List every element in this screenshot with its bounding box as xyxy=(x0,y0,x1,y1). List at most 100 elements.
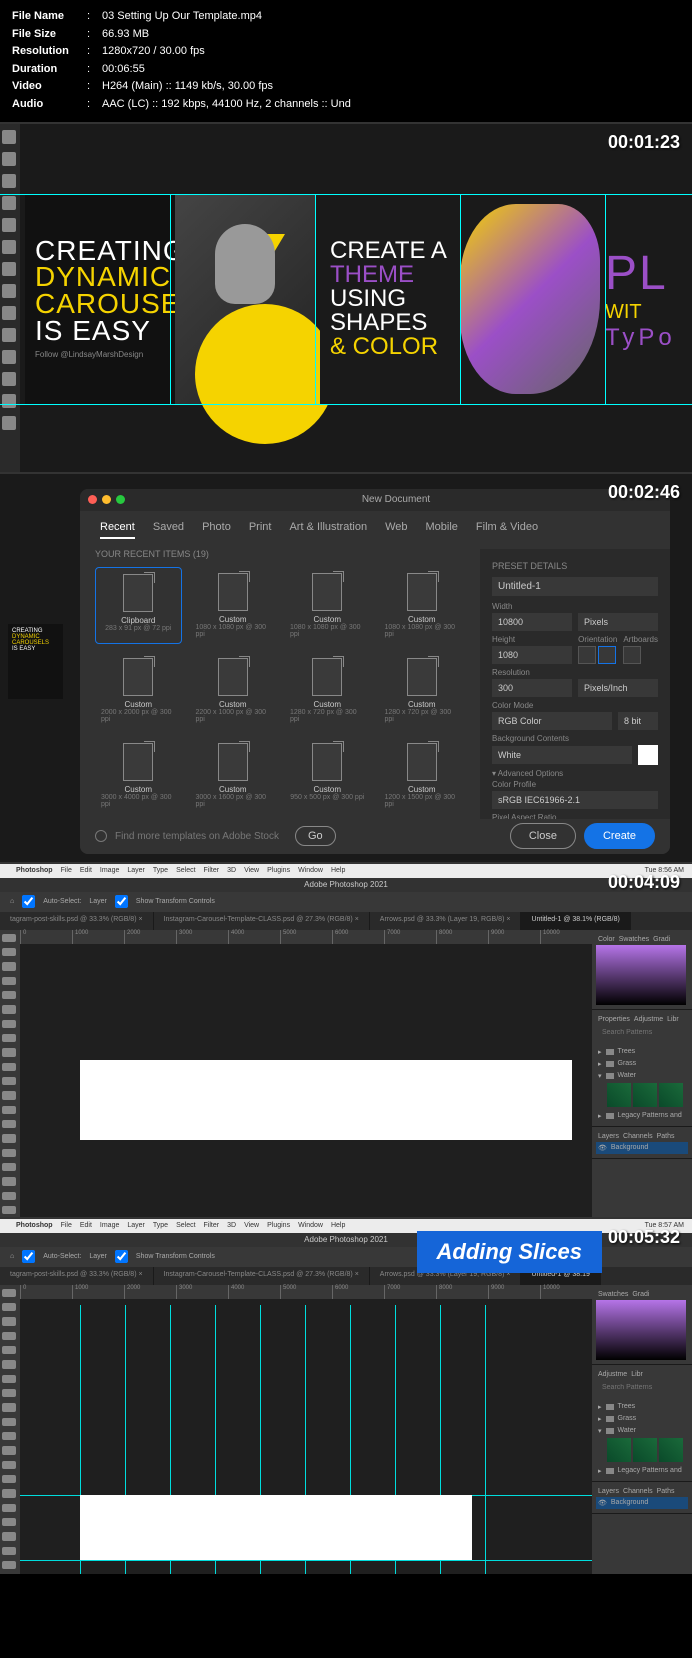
pattern-folder-trees[interactable]: ▸Trees xyxy=(596,1046,688,1058)
portrait-orientation-button[interactable] xyxy=(578,646,596,664)
preset-item[interactable]: Custom1080 x 1080 px @ 300 ppi xyxy=(284,567,371,644)
minimize-window-icon[interactable] xyxy=(102,495,111,504)
doc-tab[interactable]: Instagram-Carousel-Template-CLASS.psd @ … xyxy=(154,912,370,930)
document-canvas[interactable]: 0100020003000400050006000700080009000100… xyxy=(20,930,592,1219)
lasso-tool-icon[interactable] xyxy=(2,174,16,188)
tab-properties[interactable]: Properties xyxy=(598,1016,630,1023)
menu-file[interactable]: File xyxy=(61,867,72,874)
pattern-folder-legacy[interactable]: ▸Legacy Patterns and xyxy=(596,1465,688,1477)
shape-tool-icon[interactable] xyxy=(2,1177,16,1185)
pattern-folder-grass[interactable]: ▸Grass xyxy=(596,1058,688,1070)
preset-item[interactable]: Custom3000 x 4000 px @ 300 ppi xyxy=(95,737,182,814)
eyedropper-tool-icon[interactable] xyxy=(2,218,16,232)
shape-tool-icon[interactable] xyxy=(2,1532,16,1540)
preset-item[interactable]: Custom1280 x 720 px @ 300 ppi xyxy=(379,652,466,729)
autoselect-layer-select[interactable]: Layer xyxy=(89,1253,107,1260)
eraser-tool-icon[interactable] xyxy=(2,284,16,298)
doc-tab[interactable]: tagram-post-skills.psd @ 33.3% (RGB/8) × xyxy=(0,912,154,930)
preset-item[interactable]: Custom1200 x 1500 px @ 300 ppi xyxy=(379,737,466,814)
menu-select[interactable]: Select xyxy=(176,1222,195,1229)
guide-horizontal[interactable] xyxy=(0,194,692,195)
menu-filter[interactable]: Filter xyxy=(204,1222,220,1229)
guide-vertical[interactable] xyxy=(605,194,606,404)
go-button[interactable]: Go xyxy=(295,826,336,846)
eyedropper-tool-icon[interactable] xyxy=(2,1375,16,1383)
crop-tool-icon[interactable] xyxy=(2,991,16,999)
pen-tool-icon[interactable] xyxy=(2,350,16,364)
advanced-toggle[interactable]: ▾ Advanced Options xyxy=(492,769,658,778)
tab-layers[interactable]: Layers xyxy=(598,1488,619,1495)
pattern-folder-grass[interactable]: ▸Grass xyxy=(596,1413,688,1425)
lasso-tool-icon[interactable] xyxy=(2,1317,16,1325)
pattern-folder-trees[interactable]: ▸Trees xyxy=(596,1401,688,1413)
zoom-tool-icon[interactable] xyxy=(2,1206,16,1214)
height-input[interactable]: 1080 xyxy=(492,646,572,664)
blur-tool-icon[interactable] xyxy=(2,1461,16,1469)
width-unit-select[interactable]: Pixels xyxy=(578,613,658,631)
guide-horizontal[interactable] xyxy=(0,404,692,405)
tab-mobile[interactable]: Mobile xyxy=(426,521,458,539)
tab-photo[interactable]: Photo xyxy=(202,521,231,539)
horizontal-ruler[interactable]: 0100020003000400050006000700080009000100… xyxy=(20,930,592,944)
marquee-tool-icon[interactable] xyxy=(2,1303,16,1311)
guide-horizontal[interactable] xyxy=(20,1560,592,1561)
doc-tab[interactable]: tagram-post-skills.psd @ 33.3% (RGB/8) × xyxy=(0,1267,154,1285)
gradient-tool-icon[interactable] xyxy=(2,1446,16,1454)
tab-paths[interactable]: Paths xyxy=(657,1133,675,1140)
path-tool-icon[interactable] xyxy=(2,1163,16,1171)
colorprofile-select[interactable]: sRGB IEC61966-2.1 xyxy=(492,791,658,809)
bg-color-swatch[interactable] xyxy=(638,745,658,765)
menu-view[interactable]: View xyxy=(244,867,259,874)
gradient-tool-icon[interactable] xyxy=(2,1091,16,1099)
transform-checkbox[interactable] xyxy=(115,895,128,908)
menu-image[interactable]: Image xyxy=(100,1222,119,1229)
hand-tool-icon[interactable] xyxy=(2,1547,16,1555)
pen-tool-icon[interactable] xyxy=(2,1134,16,1142)
stock-search[interactable]: Find more templates on Adobe Stock Go xyxy=(95,826,502,846)
tab-gradients[interactable]: Gradi xyxy=(653,936,670,943)
doc-tab-active[interactable]: Untitled-1 @ 38.1% (RGB/8) xyxy=(521,912,630,930)
artboard[interactable] xyxy=(80,1060,572,1140)
eraser-tool-icon[interactable] xyxy=(2,1432,16,1440)
guide-vertical[interactable] xyxy=(315,194,316,404)
zoom-tool-icon[interactable] xyxy=(2,1561,16,1569)
pattern-thumbnail[interactable] xyxy=(659,1083,683,1107)
design-canvas[interactable]: CREATING DYNAMIC CAROUSELS IS EASY Follo… xyxy=(25,194,687,404)
menu-type[interactable]: Type xyxy=(153,1222,168,1229)
width-input[interactable]: 10800 xyxy=(492,613,572,631)
marquee-tool-icon[interactable] xyxy=(2,152,16,166)
maximize-window-icon[interactable] xyxy=(116,495,125,504)
preset-item[interactable]: Custom3000 x 1600 px @ 300 ppi xyxy=(190,737,277,814)
blur-tool-icon[interactable] xyxy=(2,1106,16,1114)
stamp-tool-icon[interactable] xyxy=(2,1063,16,1071)
pattern-thumbnail[interactable] xyxy=(607,1083,631,1107)
guide-vertical[interactable] xyxy=(170,194,171,404)
document-canvas[interactable]: 0100020003000400050006000700080009000100… xyxy=(20,1285,592,1574)
menu-3d[interactable]: 3D xyxy=(227,867,236,874)
autoselect-layer-select[interactable]: Layer xyxy=(89,898,107,905)
guide-vertical[interactable] xyxy=(460,194,461,404)
menu-type[interactable]: Type xyxy=(153,867,168,874)
doc-tab[interactable]: Instagram-Carousel-Template-CLASS.psd @ … xyxy=(154,1267,370,1285)
bgcontents-select[interactable]: White xyxy=(492,746,632,764)
tab-film[interactable]: Film & Video xyxy=(476,521,538,539)
transform-checkbox[interactable] xyxy=(115,1250,128,1263)
lasso-tool-icon[interactable] xyxy=(2,962,16,970)
crop-tool-icon[interactable] xyxy=(2,196,16,210)
move-tool-icon[interactable] xyxy=(2,1289,16,1297)
move-tool-icon[interactable] xyxy=(2,934,16,942)
tab-color[interactable]: Color xyxy=(598,936,615,943)
wand-tool-icon[interactable] xyxy=(2,1332,16,1340)
dodge-tool-icon[interactable] xyxy=(2,1475,16,1483)
gradient-tool-icon[interactable] xyxy=(2,306,16,320)
tab-libraries[interactable]: Libr xyxy=(631,1371,643,1378)
tab-web[interactable]: Web xyxy=(385,521,407,539)
menu-layer[interactable]: Layer xyxy=(127,1222,145,1229)
color-picker[interactable] xyxy=(596,945,686,1005)
dodge-tool-icon[interactable] xyxy=(2,1120,16,1128)
preset-item[interactable]: Custom2000 x 2000 px @ 300 ppi xyxy=(95,652,182,729)
preset-item[interactable]: Custom950 x 500 px @ 300 ppi xyxy=(284,737,371,814)
app-menu[interactable]: Photoshop xyxy=(16,1222,53,1229)
tab-recent[interactable]: Recent xyxy=(100,521,135,539)
guide-vertical[interactable] xyxy=(485,1305,486,1574)
